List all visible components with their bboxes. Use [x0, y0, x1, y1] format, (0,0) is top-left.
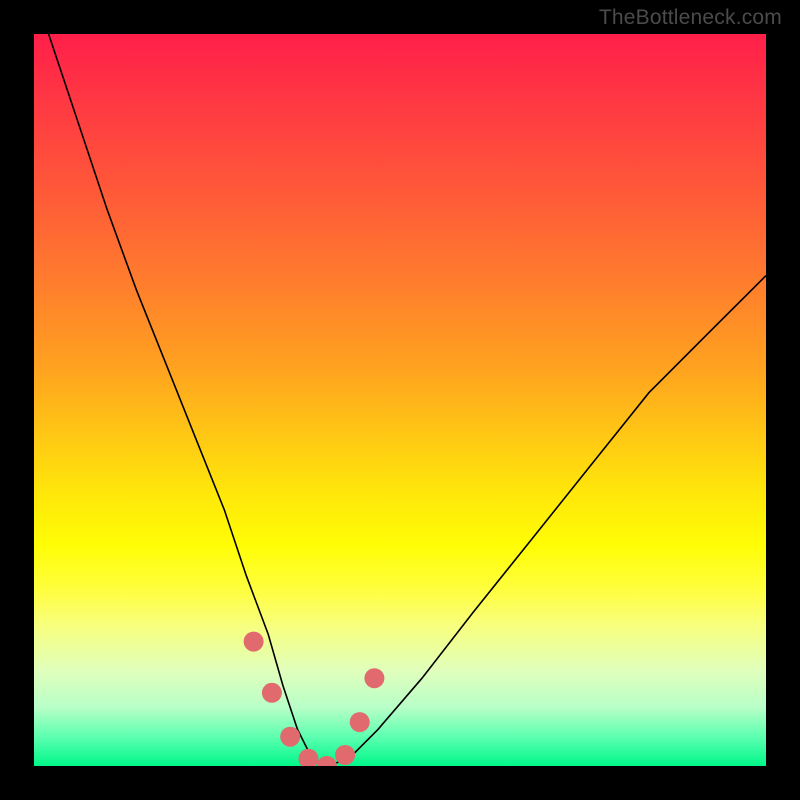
valley-marker: [350, 712, 370, 732]
valley-marker: [335, 745, 355, 765]
chart-area: [34, 34, 766, 766]
valley-marker: [244, 632, 264, 652]
valley-marker: [299, 749, 319, 766]
valley-marker: [262, 683, 282, 703]
bottleneck-curve-svg: [34, 34, 766, 766]
valley-marker: [317, 756, 337, 766]
bottleneck-curve: [49, 34, 766, 766]
valley-marker: [280, 727, 300, 747]
valley-markers: [244, 632, 385, 766]
valley-marker: [364, 668, 384, 688]
watermark-text: TheBottleneck.com: [599, 6, 782, 30]
